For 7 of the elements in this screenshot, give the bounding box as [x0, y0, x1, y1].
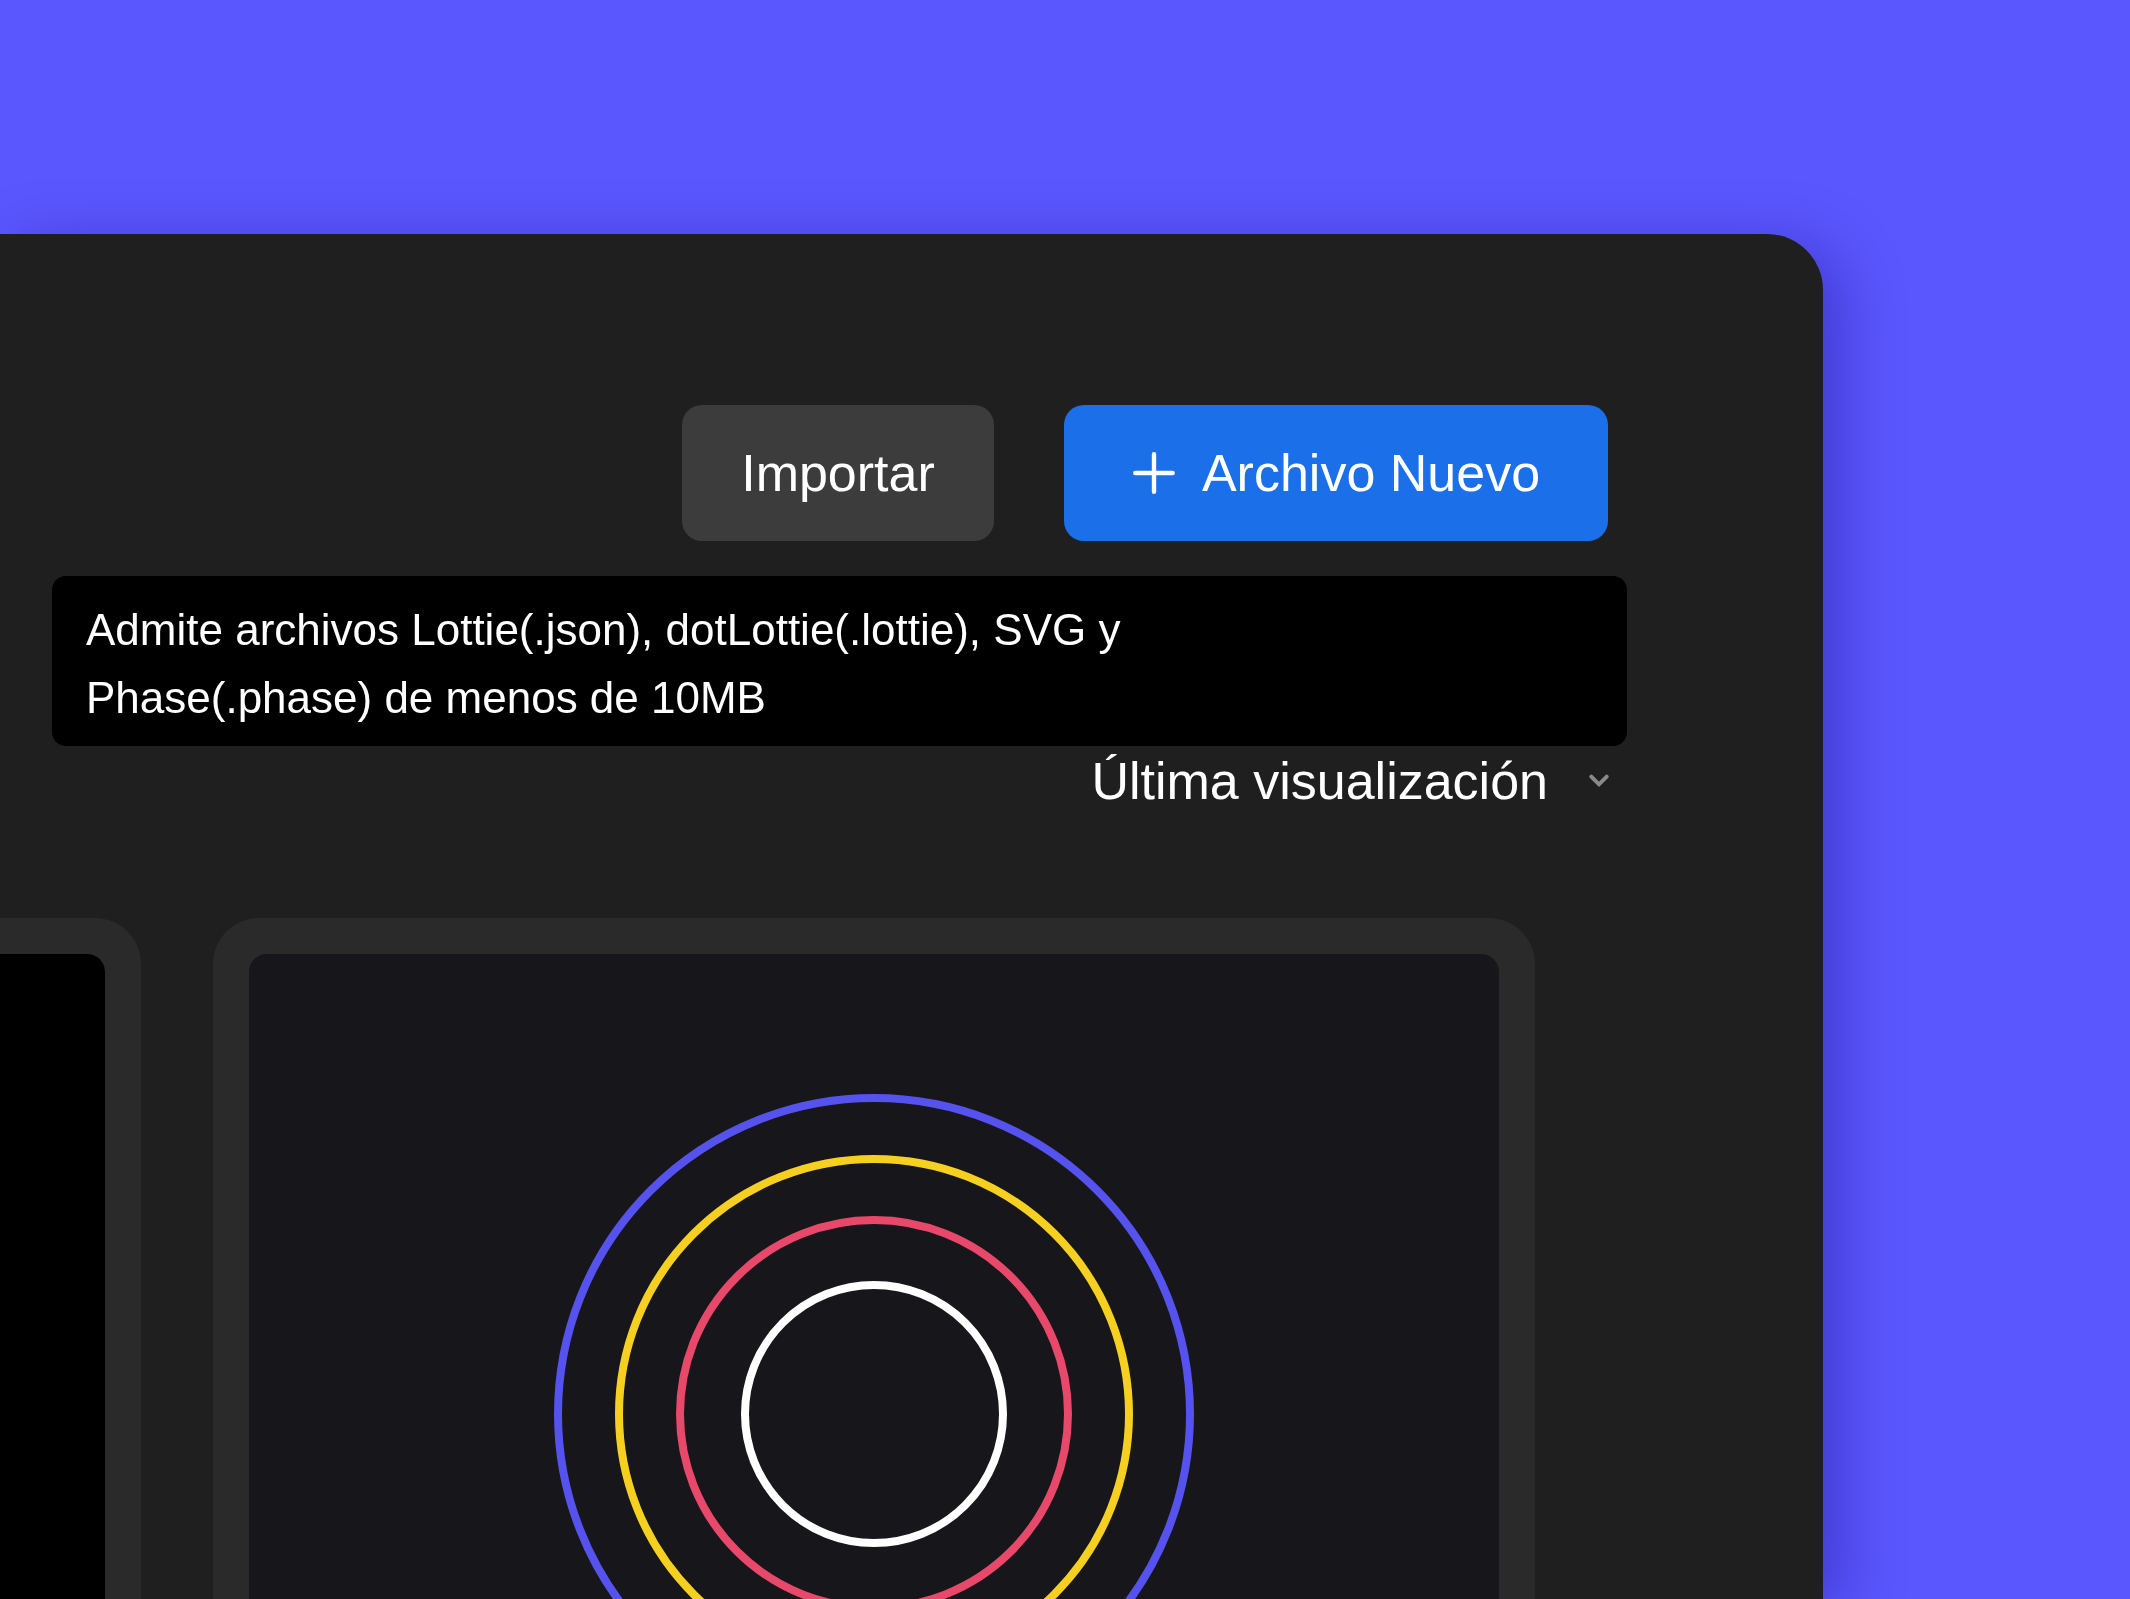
sort-dropdown[interactable]: Última visualización: [1091, 751, 1610, 811]
action-button[interactable]: Archivo Nuevo: [1064, 405, 1608, 541]
tooltip-text: Admite archivos Lottie(.json), dotLottie(.lottie), SVG y Phase(.phase) de menos de 10MB: [86, 604, 1122, 724]
action-button[interactable]: Importar: [682, 405, 994, 541]
chevron-down-icon: [1588, 774, 1610, 788]
plus-icon: [1131, 451, 1176, 495]
file-card[interactable]: [213, 918, 1535, 1599]
